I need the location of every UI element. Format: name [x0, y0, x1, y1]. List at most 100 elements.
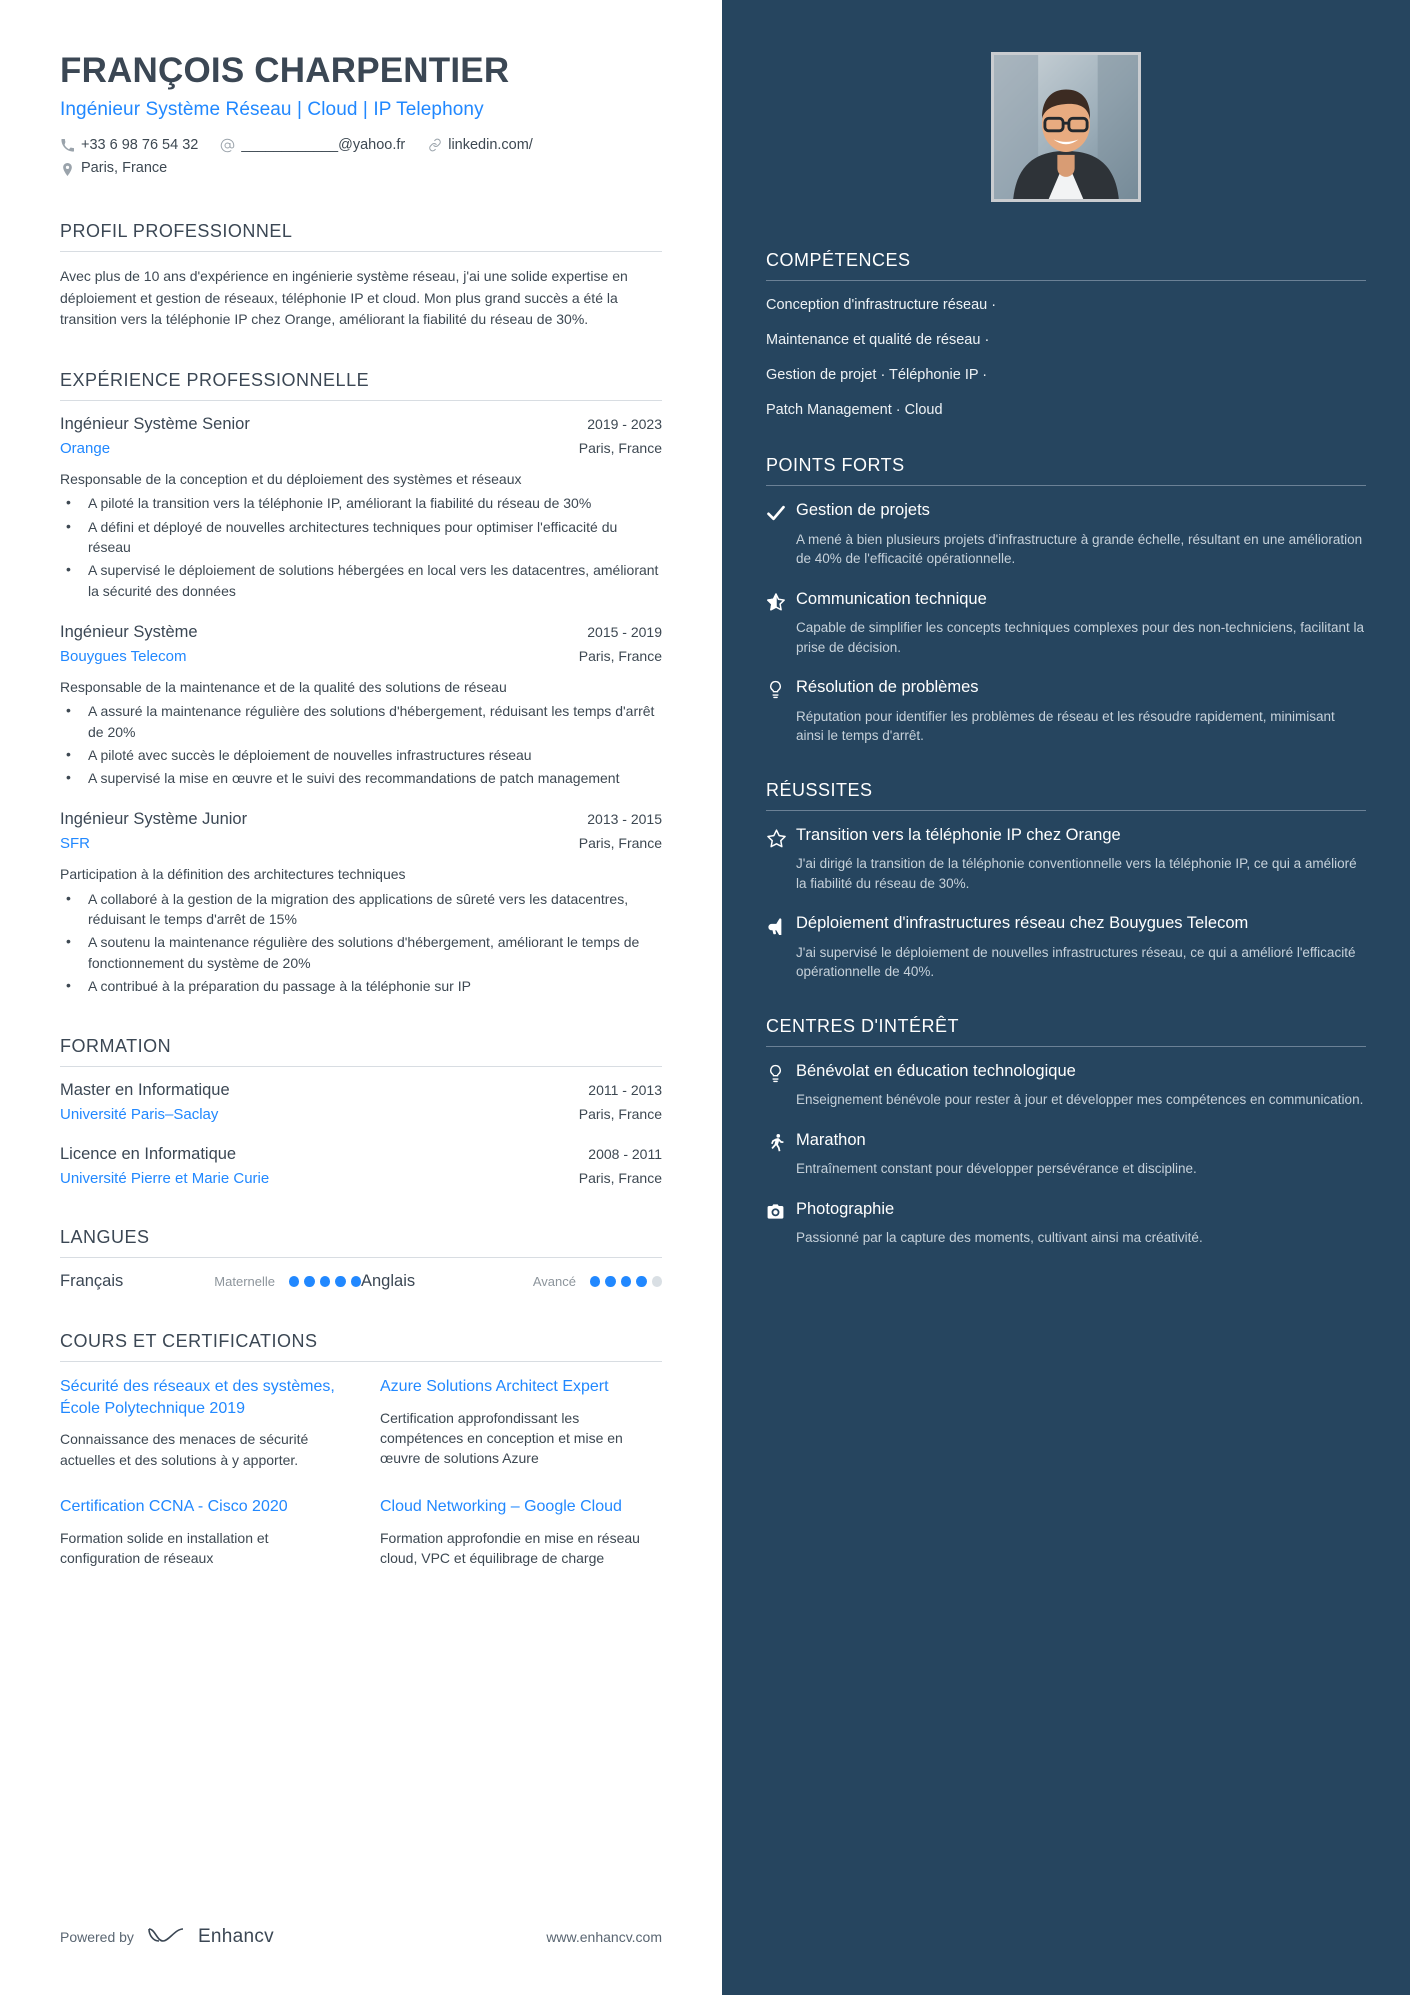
language-level-dot	[605, 1276, 616, 1288]
experience-company[interactable]: Orange	[60, 440, 110, 457]
language-level-dots	[289, 1276, 362, 1288]
section-strengths: POINTS FORTS Gestion de projets A mené à …	[766, 455, 1366, 746]
section-achievements: RÉUSSITES Transition vers la téléphonie …	[766, 780, 1366, 982]
skill-line: Gestion de projet · Téléphonie IP ·	[766, 367, 988, 384]
course-title[interactable]: Cloud Networking – Google Cloud	[380, 1496, 662, 1518]
contact-phone[interactable]: +33 6 98 76 54 32	[60, 134, 198, 158]
experience-bullet: A collaboré à la gestion de la migration…	[60, 888, 662, 930]
language-level-label: Avancé	[532, 1274, 576, 1290]
education-list: Master en Informatique 2011 - 2013 Univers…	[60, 1081, 662, 1187]
powered-by-label: Powered by	[60, 1928, 134, 1945]
interest-description: Entraînement constant pour développer pe…	[796, 1161, 1197, 1177]
course-item: Certification CCNA - Cisco 2020 Formation…	[60, 1496, 342, 1568]
course-description: Certification approfondissant les compét…	[380, 1409, 623, 1467]
experience-bullet: A supervisé la mise en œuvre et le suivi…	[60, 767, 662, 788]
education-degree: Master en Informatique	[60, 1081, 230, 1100]
lightbulb-icon	[766, 1061, 796, 1110]
section-profile: PROFIL PROFESSIONNEL Avec plus de 10 ans…	[60, 221, 662, 330]
experience-bullet: A piloté avec succès le déploiement de n…	[60, 744, 662, 765]
contact-details: +33 6 98 76 54 32 ____________@yahoo.fr …	[60, 134, 662, 182]
experience-summary: Participation à la définition des archit…	[60, 866, 406, 883]
experience-dates: 2013 - 2015	[587, 811, 662, 828]
experience-bullet: A supervisé le déploiement de solutions …	[60, 559, 662, 601]
section-title-experience: EXPÉRIENCE PROFESSIONNELLE	[60, 370, 662, 402]
education-entry: Licence en Informatique 2008 - 2011 Univer…	[60, 1145, 662, 1187]
course-title[interactable]: Certification CCNA - Cisco 2020	[60, 1496, 342, 1518]
experience-list: Ingénieur Système Senior 2019 - 2023 Orang…	[60, 415, 662, 996]
education-location: Paris, France	[578, 1170, 662, 1187]
linkedin-value: linkedin.com/	[448, 136, 533, 153]
achievement-title: Déploiement d'infrastructures réseau che…	[796, 914, 1249, 933]
brand-name: Enhancv	[197, 1925, 274, 1947]
strength-description: A mené à bien plusieurs projets d'infras…	[796, 531, 1363, 567]
interest-item: Marathon Entraînement constant pour dével…	[766, 1130, 1366, 1179]
experience-dates: 2019 - 2023	[587, 416, 662, 433]
education-school[interactable]: Université Paris–Saclay	[60, 1106, 218, 1123]
experience-bullets: A collaboré à la gestion de la migration…	[60, 888, 662, 996]
experience-bullet: A défini et déployé de nouvelles archite…	[60, 516, 662, 558]
section-title-education: FORMATION	[60, 1036, 662, 1068]
language-level-dots	[590, 1276, 663, 1288]
experience-bullet: A assuré la maintenance régulière des so…	[60, 700, 662, 742]
profile-text: Avec plus de 10 ans d'expérience en ingé…	[60, 268, 628, 327]
experience-entry: Ingénieur Système Senior 2019 - 2023 Orang…	[60, 415, 662, 601]
experience-bullets: A piloté la transition vers la téléphoni…	[60, 492, 662, 601]
language-level-dot	[651, 1276, 663, 1288]
experience-role: Ingénieur Système	[60, 622, 198, 641]
interest-title: Marathon	[796, 1130, 866, 1149]
language-level-dot	[620, 1276, 632, 1288]
education-entry: Master en Informatique 2011 - 2013 Univers…	[60, 1081, 662, 1123]
contact-location: Paris, France	[60, 157, 167, 181]
language-name: Anglais	[361, 1272, 416, 1291]
experience-dates: 2015 - 2019	[587, 623, 662, 640]
avatar	[991, 52, 1141, 202]
interest-title: Photographie	[796, 1199, 895, 1218]
section-skills: COMPÉTENCES Conception d'infrastructure …	[766, 250, 1366, 421]
course-item: Sécurité des réseaux et des systèmes, Éc…	[60, 1376, 342, 1470]
course-description: Formation approfondie en mise en réseau …	[380, 1529, 640, 1566]
website-url[interactable]: www.enhancv.com	[546, 1929, 662, 1945]
enhancv-logo-icon	[146, 1924, 186, 1949]
language-name: Français	[60, 1272, 124, 1291]
contact-email[interactable]: ____________@yahoo.fr	[220, 134, 405, 158]
experience-entry: Ingénieur Système Junior 2013 - 2015 SFR Pa…	[60, 810, 662, 996]
interest-item: Bénévolat en éducation technologique Ense…	[766, 1061, 1366, 1110]
education-dates: 2008 - 2011	[588, 1146, 662, 1163]
experience-company[interactable]: SFR	[60, 835, 90, 852]
experience-entry: Ingénieur Système 2015 - 2019 Bouygues Tel…	[60, 623, 662, 788]
map-pin-icon	[60, 162, 75, 177]
page-title: FRANÇOIS CHARPENTIER	[60, 51, 510, 90]
language-item: Anglais Avancé	[361, 1272, 663, 1291]
strength-item: Résolution de problèmes Réputation pour i…	[766, 677, 1366, 746]
strength-description: Réputation pour identifier les problèmes…	[796, 708, 1335, 744]
experience-company[interactable]: Bouygues Telecom	[60, 648, 186, 665]
experience-summary: Responsable de la conception et du déplo…	[60, 471, 522, 488]
strength-title: Gestion de projets	[796, 501, 930, 520]
camera-icon	[766, 1199, 796, 1248]
skill-line: Maintenance et qualité de réseau ·	[766, 332, 990, 349]
sidebar-column: COMPÉTENCES Conception d'infrastructure …	[722, 0, 1410, 1995]
course-title[interactable]: Sécurité des réseaux et des systèmes, Éc…	[60, 1376, 342, 1419]
skill-line: Conception d'infrastructure réseau ·	[766, 297, 997, 313]
strength-title: Résolution de problèmes	[796, 678, 979, 697]
experience-summary: Responsable de la maintenance et de la q…	[60, 678, 507, 695]
section-title-profile: PROFIL PROFESSIONNEL	[60, 221, 662, 253]
section-title-skills: COMPÉTENCES	[766, 250, 1366, 281]
education-dates: 2011 - 2013	[588, 1082, 662, 1099]
section-title-achievements: RÉUSSITES	[766, 780, 1366, 811]
star-half-icon	[766, 589, 796, 658]
runner-icon	[766, 1130, 796, 1179]
course-title[interactable]: Azure Solutions Architect Expert	[380, 1376, 662, 1398]
language-level-dot	[590, 1276, 601, 1288]
course-description: Formation solide en installation et conf…	[60, 1529, 269, 1566]
interest-description: Passionné par la capture des moments, cu…	[796, 1230, 1203, 1246]
strength-item: Gestion de projets A mené à bien plusieur…	[766, 500, 1366, 569]
interest-description: Enseignement bénévole pour rester à jour…	[796, 1092, 1364, 1108]
education-location: Paris, France	[578, 1106, 662, 1123]
section-title-languages: LANGUES	[60, 1227, 662, 1259]
contact-linkedin[interactable]: linkedin.com/	[427, 134, 533, 158]
experience-bullet: A soutenu la maintenance régulière des s…	[60, 931, 662, 973]
education-school[interactable]: Université Pierre et Marie Curie	[60, 1170, 269, 1187]
achievement-title: Transition vers la téléphonie IP chez Or…	[796, 825, 1121, 844]
phone-value: +33 6 98 76 54 32	[81, 136, 199, 153]
